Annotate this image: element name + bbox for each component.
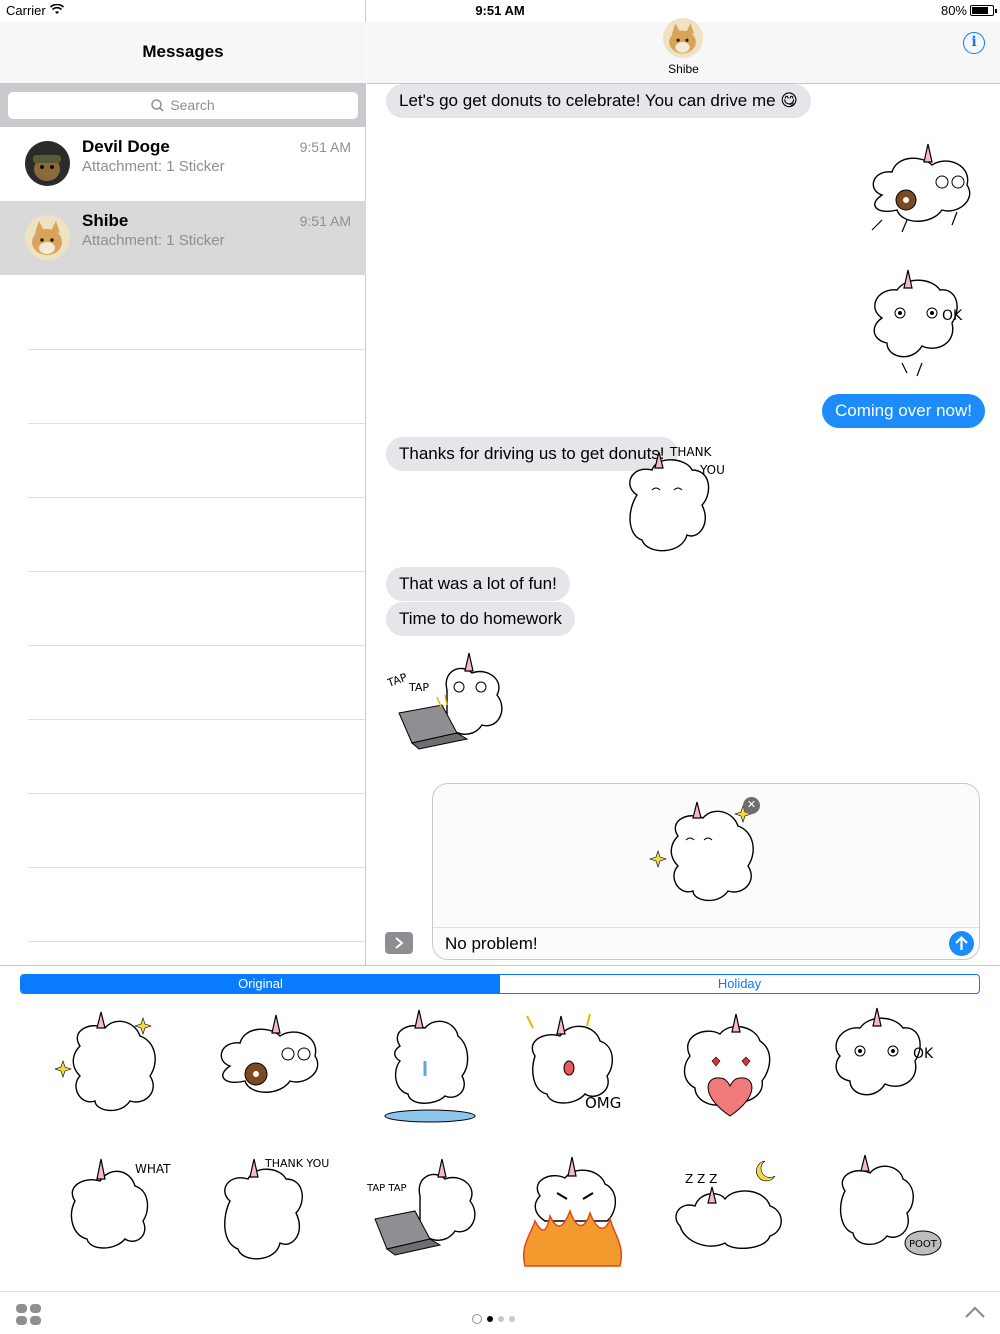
sticker-caption: WHAT ? bbox=[135, 1162, 175, 1176]
message-bubble-incoming[interactable]: That was a lot of fun! bbox=[386, 567, 570, 601]
sticker-caption: OMG bbox=[585, 1094, 621, 1112]
sticker-caption: OK bbox=[913, 1046, 934, 1062]
list-divider bbox=[28, 941, 365, 942]
unicorn-typing-sticker[interactable]: TAP TAP bbox=[387, 645, 512, 750]
conversation-list-header: Messages bbox=[0, 22, 366, 84]
list-divider bbox=[28, 867, 365, 868]
contact-avatar[interactable] bbox=[663, 18, 703, 58]
sticker-caption: POOT bbox=[909, 1239, 938, 1250]
app-drawer-toggle-button[interactable] bbox=[385, 932, 413, 954]
tab-original[interactable]: Original bbox=[21, 975, 500, 993]
unicorn-sparkle-sticker[interactable] bbox=[648, 796, 768, 916]
unicorn-eating-donut-sticker[interactable] bbox=[862, 140, 977, 240]
search-icon bbox=[151, 99, 164, 112]
unicorn-thank-you-sticker[interactable]: THANK YOU bbox=[612, 440, 732, 560]
sticker-caption: THANK YOU bbox=[264, 1157, 329, 1170]
search-input[interactable]: Search bbox=[8, 92, 358, 119]
chevron-right-icon bbox=[395, 937, 404, 949]
sticker-caption: Z Z Z bbox=[685, 1172, 717, 1186]
page-dot-current bbox=[487, 1316, 493, 1322]
list-divider bbox=[28, 719, 365, 720]
page-indicator[interactable] bbox=[472, 1309, 520, 1327]
composer-divider bbox=[433, 927, 979, 928]
search-placeholder: Search bbox=[170, 97, 215, 113]
conversation-time: 9:51 AM bbox=[299, 139, 351, 155]
page-dot bbox=[509, 1316, 515, 1322]
conversation-snippet: Attachment: 1 Sticker bbox=[82, 158, 225, 175]
sticker-drawer-bottom-bar bbox=[0, 1291, 1000, 1334]
sticker-heart[interactable] bbox=[670, 1006, 790, 1126]
sticker-sparkle[interactable] bbox=[55, 1006, 175, 1126]
avatar bbox=[25, 141, 70, 186]
app-grid-icon[interactable] bbox=[16, 1304, 42, 1326]
sticker-tap-tap[interactable]: TAP TAP bbox=[365, 1151, 485, 1271]
message-bubble-incoming[interactable]: Let's go get donuts to celebrate! You ca… bbox=[386, 84, 812, 118]
recents-icon bbox=[472, 1314, 482, 1324]
search-bar: Search bbox=[0, 84, 366, 127]
sticker-ok[interactable]: OK bbox=[825, 1006, 945, 1126]
conversation-row-shibe[interactable]: Shibe Attachment: 1 Sticker 9:51 AM bbox=[0, 201, 366, 275]
message-bubble-outgoing[interactable]: Coming over now! bbox=[822, 394, 986, 428]
remove-attachment-button[interactable]: ✕ bbox=[743, 797, 760, 814]
unicorn-ok-sticker[interactable]: OK bbox=[862, 268, 977, 378]
conversation-name: Shibe bbox=[82, 211, 129, 230]
sticker-caption: YOU bbox=[699, 463, 725, 477]
sticker-crying[interactable] bbox=[370, 1006, 490, 1126]
sticker-caption: THANK bbox=[669, 445, 713, 459]
list-divider bbox=[28, 645, 365, 646]
message-bubble-incoming[interactable]: Time to do homework bbox=[386, 602, 575, 636]
list-divider bbox=[28, 497, 365, 498]
list-divider bbox=[28, 571, 365, 572]
svg-text:OK: OK bbox=[942, 308, 963, 324]
conversation-list-pane: Messages Search Devil Doge Attachment: 1… bbox=[0, 0, 366, 965]
tab-holiday[interactable]: Holiday bbox=[500, 975, 979, 993]
conversation-time: 9:51 AM bbox=[299, 213, 351, 229]
chat-pane: Shibe i Let's go get donuts to celebrate… bbox=[367, 0, 1000, 965]
conversation-row-devil-doge[interactable]: Devil Doge Attachment: 1 Sticker 9:51 AM bbox=[0, 127, 366, 201]
list-divider bbox=[28, 793, 365, 794]
sticker-what[interactable]: WHAT ? bbox=[55, 1151, 175, 1271]
list-divider bbox=[28, 423, 365, 424]
sticker-poot[interactable]: POOT bbox=[825, 1151, 945, 1271]
page-dot bbox=[498, 1316, 504, 1322]
sticker-pack-tabs: Original Holiday bbox=[20, 974, 980, 994]
list-divider bbox=[28, 349, 365, 350]
contact-name[interactable]: Shibe bbox=[367, 62, 1000, 76]
message-input[interactable]: No problem! bbox=[445, 934, 538, 954]
sticker-donut[interactable] bbox=[210, 1006, 330, 1126]
sticker-drawer: Original Holiday OMG OK WHAT THANK YOU T… bbox=[0, 965, 1000, 1334]
sticker-caption: TAP bbox=[408, 681, 429, 694]
conversation-snippet: Attachment: 1 Sticker bbox=[82, 232, 225, 249]
sticker-angry-fire[interactable] bbox=[515, 1151, 635, 1271]
sticker-thank-you[interactable]: THANK YOU bbox=[210, 1151, 330, 1271]
page-title: Messages bbox=[142, 42, 224, 61]
sticker-caption: TAP bbox=[387, 671, 409, 691]
message-composer[interactable]: ✕ No problem! bbox=[432, 783, 980, 960]
avatar bbox=[25, 215, 70, 260]
chevron-up-icon[interactable] bbox=[964, 1304, 986, 1320]
conversation-name: Devil Doge bbox=[82, 137, 170, 156]
chat-header: Shibe i bbox=[367, 18, 1000, 84]
sticker-caption: TAP TAP bbox=[366, 1183, 407, 1194]
sticker-sleeping[interactable]: Z Z Z bbox=[670, 1151, 790, 1271]
arrow-up-icon bbox=[955, 935, 968, 950]
send-button[interactable] bbox=[949, 931, 974, 956]
info-icon[interactable]: i bbox=[963, 32, 985, 54]
sticker-omg[interactable]: OMG bbox=[515, 1006, 635, 1126]
